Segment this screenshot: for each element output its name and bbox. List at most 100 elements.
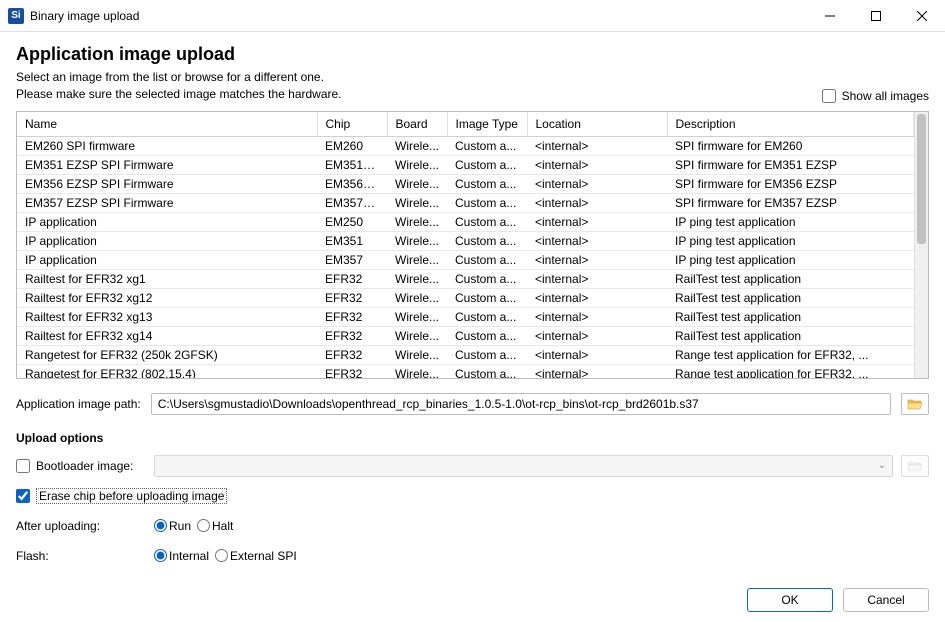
cell-board: Wirele... [387,345,447,364]
cell-name: Railtest for EFR32 xg14 [17,326,317,345]
cell-location: <internal> [527,269,667,288]
col-location[interactable]: Location [527,112,667,137]
folder-open-icon [907,459,923,473]
external-radio[interactable] [215,549,228,562]
table-row[interactable]: Railtest for EFR32 xg13EFR32Wirele...Cus… [17,307,914,326]
table-scrollbar[interactable] [914,112,928,378]
col-board[interactable]: Board [387,112,447,137]
image-table[interactable]: Name Chip Board Image Type Location Desc… [17,112,914,378]
cell-location: <internal> [527,193,667,212]
cell-location: <internal> [527,136,667,155]
internal-radio-label[interactable]: Internal [154,549,209,563]
col-description[interactable]: Description [667,112,914,137]
cell-board: Wirele... [387,174,447,193]
cell-image_type: Custom a... [447,250,527,269]
run-text: Run [169,519,191,533]
halt-radio-label[interactable]: Halt [197,519,233,533]
table-row[interactable]: EM356 EZSP SPI FirmwareEM356-E...Wirele.… [17,174,914,193]
application-image-path-input[interactable] [151,393,891,415]
cell-image_type: Custom a... [447,307,527,326]
cell-image_type: Custom a... [447,231,527,250]
cell-description: SPI firmware for EM356 EZSP [667,174,914,193]
table-row[interactable]: Railtest for EFR32 xg14EFR32Wirele...Cus… [17,326,914,345]
cell-chip: EFR32 [317,269,387,288]
bootloader-checkbox[interactable] [16,459,30,473]
cell-name: EM356 EZSP SPI Firmware [17,174,317,193]
close-button[interactable] [899,0,945,32]
cell-board: Wirele... [387,136,447,155]
cell-image_type: Custom a... [447,174,527,193]
after-uploading-label: After uploading: [16,519,146,533]
internal-text: Internal [169,549,209,563]
cell-board: Wirele... [387,212,447,231]
col-chip[interactable]: Chip [317,112,387,137]
erase-checkbox-label[interactable]: Erase chip before uploading image [16,488,227,504]
cell-chip: EFR32 [317,307,387,326]
cell-image_type: Custom a... [447,193,527,212]
cell-board: Wirele... [387,193,447,212]
cell-board: Wirele... [387,231,447,250]
table-row[interactable]: IP applicationEM351Wirele...Custom a...<… [17,231,914,250]
cell-board: Wirele... [387,288,447,307]
cell-location: <internal> [527,155,667,174]
run-radio[interactable] [154,519,167,532]
cancel-button[interactable]: Cancel [843,588,929,612]
cell-chip: EM351-E... [317,155,387,174]
internal-radio[interactable] [154,549,167,562]
table-row[interactable]: Railtest for EFR32 xg12EFR32Wirele...Cus… [17,288,914,307]
cell-description: IP ping test application [667,250,914,269]
cell-description: RailTest test application [667,326,914,345]
cell-image_type: Custom a... [447,212,527,231]
table-row[interactable]: IP applicationEM357Wirele...Custom a...<… [17,250,914,269]
maximize-button[interactable] [853,0,899,32]
cell-location: <internal> [527,174,667,193]
table-row[interactable]: EM260 SPI firmwareEM260Wirele...Custom a… [17,136,914,155]
table-row[interactable]: Railtest for EFR32 xg1EFR32Wirele...Cust… [17,269,914,288]
cell-description: Range test application for EFR32, ... [667,345,914,364]
cell-location: <internal> [527,326,667,345]
cell-location: <internal> [527,345,667,364]
bootloader-checkbox-label[interactable]: Bootloader image: [16,459,146,473]
external-text: External SPI [230,549,297,563]
cell-chip: EFR32 [317,345,387,364]
bootloader-label-text: Bootloader image: [36,459,133,473]
upload-options-title: Upload options [16,431,929,445]
table-header-row: Name Chip Board Image Type Location Desc… [17,112,914,137]
cell-image_type: Custom a... [447,288,527,307]
col-image-type[interactable]: Image Type [447,112,527,137]
external-radio-label[interactable]: External SPI [215,549,297,563]
table-row[interactable]: EM351 EZSP SPI FirmwareEM351-E...Wirele.… [17,155,914,174]
cell-location: <internal> [527,231,667,250]
ok-button[interactable]: OK [747,588,833,612]
cell-name: Railtest for EFR32 xg13 [17,307,317,326]
table-row[interactable]: IP applicationEM250Wirele...Custom a...<… [17,212,914,231]
cell-board: Wirele... [387,155,447,174]
browse-button[interactable] [901,393,929,415]
cell-board: Wirele... [387,307,447,326]
cell-chip: EM357-E... [317,193,387,212]
halt-text: Halt [212,519,233,533]
halt-radio[interactable] [197,519,210,532]
cell-image_type: Custom a... [447,364,527,378]
cell-chip: EFR32 [317,364,387,378]
table-row[interactable]: EM357 EZSP SPI FirmwareEM357-E...Wirele.… [17,193,914,212]
cell-chip: EM250 [317,212,387,231]
cell-name: IP application [17,231,317,250]
cell-chip: EFR32 [317,288,387,307]
minimize-button[interactable] [807,0,853,32]
cell-image_type: Custom a... [447,269,527,288]
show-all-checkbox[interactable] [822,89,836,103]
table-row[interactable]: Rangetest for EFR32 (802.15.4)EFR32Wirel… [17,364,914,378]
cell-board: Wirele... [387,269,447,288]
table-scrollbar-thumb[interactable] [917,114,926,244]
cell-name: Railtest for EFR32 xg12 [17,288,317,307]
erase-label-text: Erase chip before uploading image [36,488,227,504]
table-row[interactable]: Rangetest for EFR32 (250k 2GFSK)EFR32Wir… [17,345,914,364]
run-radio-label[interactable]: Run [154,519,191,533]
cell-chip: EM260 [317,136,387,155]
erase-checkbox[interactable] [16,489,30,503]
page-title: Application image upload [16,44,929,65]
col-name[interactable]: Name [17,112,317,137]
show-all-checkbox-label[interactable]: Show all images [822,89,929,103]
cell-description: SPI firmware for EM351 EZSP [667,155,914,174]
